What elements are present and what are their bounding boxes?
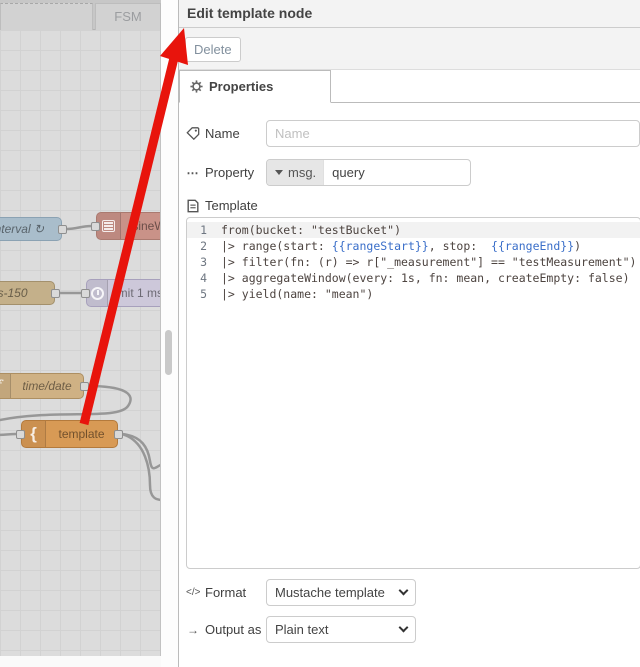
name-row: Name [186,120,640,147]
output-label: → Output as [187,622,262,637]
property-value[interactable]: query [324,165,373,180]
property-row: ⋯ Property msg. query [186,159,640,186]
delete-button[interactable]: Delete [185,37,241,62]
flow-wires [0,224,160,502]
ellipsis-icon: ⋯ [186,165,200,180]
output-row: → Output as Plain text [186,616,640,643]
node-interval[interactable]: interval ↻ [0,217,62,241]
sine-wave-icon [97,213,121,239]
line-number: 3 [200,255,207,269]
input-port[interactable] [81,288,90,298]
node-limit[interactable]: limit 1 ms [86,279,161,307]
node-template[interactable]: { template [21,420,118,448]
line-number: 5 [200,287,207,301]
flow-canvas[interactable]: interval ↻ sineW s-150 limit 1 ms f time/date… [0,30,161,656]
line-number: 1 [200,223,207,237]
tag-icon [186,127,200,140]
chevron-down-icon [398,622,409,633]
template-editor-lines: 1 from(bucket: "testBucket") 2 |> range(sta… [187,222,640,302]
template-label: Template [205,198,258,213]
gear-icon [190,80,203,93]
code-text: |> filter(fn: (r) => r["_measurement"] =… [221,255,637,269]
node-label: interval ↻ [0,222,45,236]
brace-icon: { [22,421,46,447]
tab-properties-label: Properties [209,79,274,94]
output-port[interactable] [80,381,89,391]
code-line[interactable]: 4 |> aggregateWindow(every: 1s, fn: mean,… [187,270,640,286]
line-number: 2 [200,239,207,253]
input-port[interactable] [91,221,100,231]
clock-icon [87,280,109,306]
tray-title: Edit template node [179,0,640,28]
format-select[interactable]: Mustache template [266,579,416,606]
flow-tab-fsm[interactable]: FSM [95,3,161,30]
code-text: |> yield(name: "mean") [221,287,374,301]
output-select[interactable]: Plain text [266,616,416,643]
output-port[interactable] [58,224,67,234]
template-editor[interactable]: 1 from(bucket: "testBucket") 2 |> range(sta… [186,217,640,569]
node-s150[interactable]: s-150 [0,281,55,305]
flow-workspace: FSM interval ↻ sineW s-150 limit 1 ms f time/… [0,0,178,667]
output-port[interactable] [51,288,60,298]
function-icon: f [0,374,11,398]
input-port[interactable] [16,429,25,439]
code-text: |> range(start: {{rangeStart}}, stop: {{… [221,239,582,253]
code-line[interactable]: 3 |> filter(fn: (r) => r["_measurement"] … [187,254,640,270]
caret-down-icon [275,170,283,175]
wire [0,432,18,437]
canvas-vscroll-thumb[interactable] [165,330,172,375]
property-typed-input[interactable]: msg. query [266,159,471,186]
wire [65,224,93,231]
edit-tray: Edit template node Delete Properties Nam… [178,0,640,667]
tray-tabrow: Properties [179,70,640,103]
name-input[interactable] [266,120,640,147]
node-label: limit 1 ms [112,286,161,300]
output-port[interactable] [114,429,123,439]
code-text: |> aggregateWindow(every: 1s, fn: mean, … [221,271,630,285]
arrow-right-icon: → [187,622,199,637]
format-label: </> Format [186,585,247,600]
tab-properties[interactable]: Properties [179,70,331,103]
node-timedate[interactable]: f time/date [0,373,84,399]
node-sinewave[interactable]: sineW [96,212,160,240]
name-label: Name [186,126,266,141]
properties-form: Name ⋯ Property msg. query [179,103,640,643]
node-label: sineW [132,219,160,233]
chevron-down-icon [398,585,409,596]
node-label: time/date [22,379,72,393]
flow-tabbar: FSM [0,0,161,30]
canvas-hscroll-gutter [0,656,161,667]
property-label: ⋯ Property [186,165,255,180]
code-line[interactable]: 2 |> range(start: {{rangeStart}}, stop: {… [187,238,640,254]
canvas-vscroll [161,0,178,667]
property-type-select[interactable]: msg. [267,160,325,185]
template-label-row: Template [186,198,640,213]
node-label: s-150 [0,286,28,300]
code-line[interactable]: 1 from(bucket: "testBucket") [187,222,640,238]
line-number: 4 [200,271,207,285]
template-icon [187,199,199,212]
tray-toolbar: Delete [179,28,640,70]
code-line[interactable]: 5 |> yield(name: "mean") [187,286,640,302]
code-icon: </> [186,587,201,598]
flow-tab-1[interactable] [0,3,93,30]
node-label: template [58,427,105,441]
code-text: from(bucket: "testBucket") [221,223,402,237]
format-row: </> Format Mustache template [186,579,640,606]
